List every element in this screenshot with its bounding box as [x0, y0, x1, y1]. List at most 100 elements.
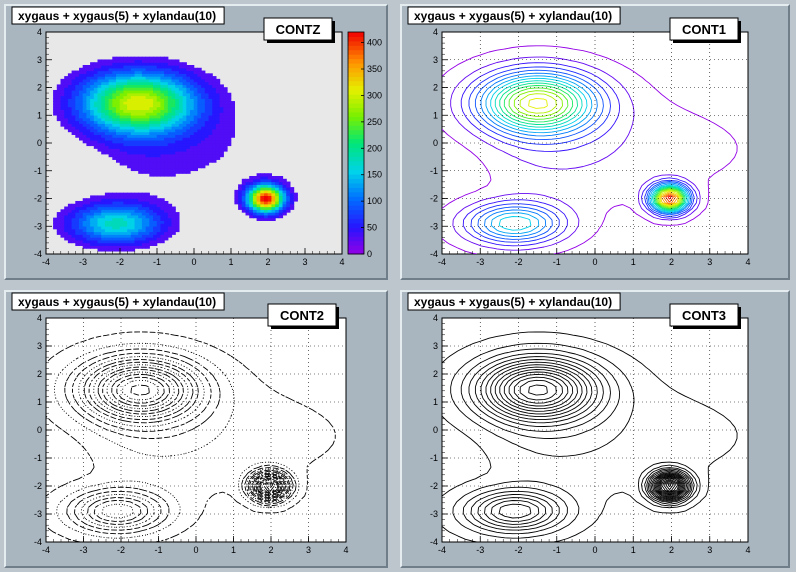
x-tick-label: -4: [438, 545, 446, 555]
filled-contour-cell: [82, 65, 87, 69]
y-tick-label: -2: [430, 481, 438, 491]
filled-contour-cell: [171, 206, 176, 210]
palette-band: [348, 111, 364, 117]
x-tick-label: 2: [265, 257, 270, 267]
palette-band: [348, 227, 364, 233]
y-tick-label: 0: [37, 138, 42, 148]
palette-band: [348, 236, 364, 242]
y-tick-label: 4: [433, 313, 438, 323]
filled-contour-cell: [123, 56, 128, 61]
filled-contour-cell: [190, 65, 195, 69]
filled-contour-cell: [145, 56, 150, 61]
palette-band: [348, 196, 364, 202]
x-tick-label: 3: [302, 257, 307, 267]
filled-contour-cell: [178, 62, 184, 66]
y-tick-label: 1: [433, 397, 438, 407]
filled-contour-cell: [67, 203, 73, 208]
filled-contour-cell: [56, 212, 62, 216]
chart-title-box: xygaus + xygaus(5) + xylandau(10): [11, 6, 225, 25]
y-tick-label: -3: [34, 221, 42, 231]
palette-band: [348, 85, 364, 91]
palette-band: [348, 103, 364, 108]
filled-contour-cell: [212, 76, 217, 80]
x-tick-label: 2: [669, 257, 674, 267]
x-tick-label: -4: [438, 257, 446, 267]
palette-band: [348, 45, 364, 51]
filled-contour-cell: [252, 176, 258, 180]
y-tick-label: -1: [34, 453, 42, 463]
y-tick-label: 0: [433, 425, 438, 435]
palette-band: [348, 129, 364, 135]
draw-option-box: CONTZ: [263, 17, 335, 43]
filled-contour-cell: [197, 67, 202, 72]
filled-contour-cell: [104, 192, 110, 197]
y-tick-label: -4: [430, 249, 438, 259]
x-tick-label: 0: [592, 545, 597, 555]
x-tick-label: 1: [631, 545, 636, 555]
filled-contour-cell: [127, 56, 132, 61]
filled-contour-cell: [75, 70, 80, 74]
palette-band: [348, 94, 364, 100]
filled-contour-cell: [275, 176, 280, 180]
filled-contour-cell: [97, 195, 102, 199]
filled-contour-cell: [164, 200, 169, 205]
palette-band: [348, 169, 364, 175]
x-tick-label: 3: [306, 545, 311, 555]
palette-tick-label: 250: [367, 117, 382, 127]
filled-contour-cell: [256, 173, 261, 177]
x-tick-label: 4: [745, 257, 750, 267]
x-tick-label: -3: [476, 257, 484, 267]
filled-contour-cell: [79, 200, 84, 205]
palette-band: [348, 36, 364, 42]
palette-band: [348, 182, 364, 188]
filled-contour-cell: [60, 209, 65, 213]
filled-contour-cell: [164, 56, 169, 61]
y-tick-label: -3: [430, 509, 438, 519]
chart-cont2: -4 -3 -2 -1 0 1 2 3 4 -4 -3 -2 -1 0 1 2 3 4 xygaus + xygau…: [11, 292, 349, 555]
filled-contour-cell: [186, 65, 191, 69]
x-tick-label: 1: [228, 257, 233, 267]
y-tick-label: 3: [37, 55, 42, 65]
x-tick-label: 4: [339, 257, 344, 267]
filled-contour-cell: [204, 73, 210, 77]
filled-contour-cell: [193, 67, 198, 72]
draw-option-box: CONT3: [669, 303, 741, 329]
filled-contour-cell: [267, 173, 272, 177]
palette-tick-label: 100: [367, 196, 382, 206]
filled-contour-cell: [53, 89, 58, 94]
chart-contz: 0 50 100 150 200 250 300 350 400 -4 -3 -2 -1 0 1 2 3 4 -4 -…: [11, 6, 382, 267]
x-tick-label: -1: [553, 545, 561, 555]
palette-tick-label: 150: [367, 170, 382, 180]
filled-contour-cell: [90, 195, 95, 199]
palette-band: [348, 58, 364, 64]
filled-contour-cell: [149, 56, 154, 61]
x-tick-label: 1: [631, 257, 636, 267]
y-tick-label: -2: [430, 194, 438, 204]
filled-contour-cell: [227, 92, 232, 97]
y-tick-label: 2: [37, 83, 42, 93]
filled-contour-cell: [278, 176, 284, 180]
filled-contour-cell: [293, 192, 298, 197]
palette-band: [348, 160, 364, 166]
palette-band: [348, 178, 364, 184]
palette-band: [348, 116, 364, 122]
filled-contour-cell: [79, 67, 84, 72]
filled-contour-cell: [175, 59, 180, 63]
y-tick-label: 3: [37, 341, 42, 351]
filled-contour-cell: [108, 192, 113, 197]
palette-tick-label: 50: [367, 223, 377, 233]
y-tick-label: 4: [37, 313, 42, 323]
filled-contour-cell: [223, 87, 228, 91]
palette-band: [348, 40, 364, 46]
pad-cont3: -4 -3 -2 -1 0 1 2 3 4 -4 -3 -2 -1 0 1 2 3 4 xygaus + xygau…: [400, 290, 790, 568]
palette-band: [348, 49, 364, 55]
filled-contour-cell: [127, 192, 132, 197]
filled-contour-cell: [116, 56, 121, 61]
filled-contour-cell: [286, 181, 291, 185]
filled-contour-cell: [123, 192, 128, 197]
filled-contour-cell: [289, 187, 295, 191]
palette-band: [348, 80, 364, 86]
filled-contour-cell: [241, 178, 247, 183]
filled-contour-cell: [53, 217, 58, 221]
palette-band: [348, 165, 364, 171]
